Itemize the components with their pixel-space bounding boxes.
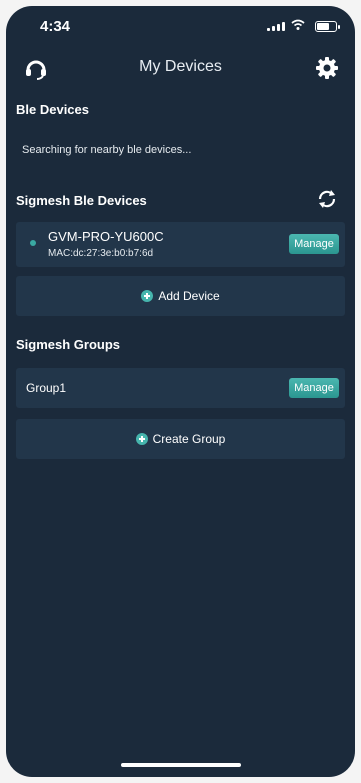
sigmesh-groups-heading: Sigmesh Groups — [16, 337, 121, 352]
status-time: 4:34 — [40, 18, 71, 35]
status-bar: 4:34 — [6, 6, 355, 46]
wifi-icon — [291, 18, 305, 36]
group-name: Group1 — [26, 381, 67, 395]
device-mac: MAC:dc:27:3e:b0:b7:6d — [48, 248, 154, 259]
home-indicator[interactable] — [121, 763, 241, 767]
signal-icon — [267, 22, 285, 31]
create-group-button[interactable]: Create Group — [16, 419, 345, 459]
add-icon — [141, 290, 154, 302]
sigmesh-devices-heading: Sigmesh Ble Devices — [16, 193, 147, 208]
gear-icon[interactable] — [313, 54, 341, 82]
ble-devices-heading: Ble Devices — [16, 102, 89, 117]
add-icon — [135, 433, 148, 445]
add-device-label: Add Device — [158, 289, 220, 303]
group-manage-button[interactable]: Manage — [289, 378, 339, 398]
phone-screen: 4:34 My Devices Ble Devices Searching fo… — [6, 6, 355, 777]
device-name: GVM-PRO-YU600C — [48, 229, 164, 244]
refresh-icon[interactable] — [316, 188, 338, 210]
device-manage-button[interactable]: Manage — [289, 234, 339, 254]
device-row[interactable]: GVM-PRO-YU600C MAC:dc:27:3e:b0:b7:6d Man… — [16, 222, 345, 267]
device-status-dot — [30, 240, 36, 246]
nav-bar: My Devices — [6, 48, 355, 88]
battery-icon — [315, 21, 340, 32]
ble-search-status: Searching for nearby ble devices... — [22, 144, 192, 156]
page-title: My Devices — [139, 58, 222, 75]
add-device-button[interactable]: Add Device — [16, 276, 345, 316]
group-row[interactable]: Group1 Manage — [16, 368, 345, 408]
create-group-label: Create Group — [152, 432, 226, 446]
